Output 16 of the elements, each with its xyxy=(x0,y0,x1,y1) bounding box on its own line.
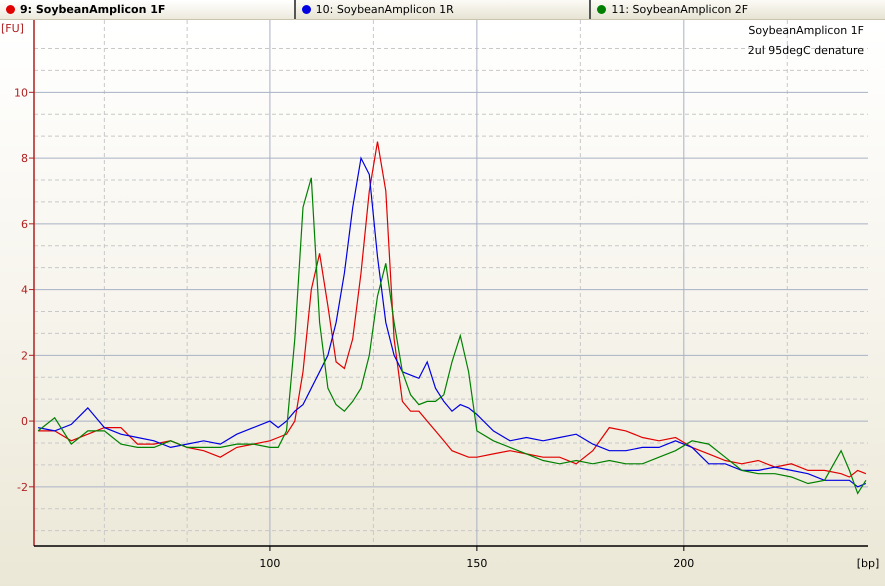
axis-label: 6 xyxy=(21,218,28,231)
sample-tab[interactable]: 11: SoybeanAmplicon 2F xyxy=(591,0,885,19)
axis-title: [bp] xyxy=(856,557,880,570)
sample-info: SoybeanAmplicon 1F xyxy=(748,24,864,37)
axis-label: 100 xyxy=(259,557,280,570)
sample-info: 2ul 95degC denature xyxy=(748,44,864,57)
axis-label: 4 xyxy=(21,284,28,297)
axis-label: 200 xyxy=(673,557,694,570)
axis-label: 10 xyxy=(14,86,28,100)
axis-label: -2 xyxy=(17,480,28,494)
axis-label: 150 xyxy=(466,557,488,570)
axis-title: [FU] xyxy=(1,22,24,35)
axis-label: 8 xyxy=(21,152,28,166)
axis-label: 0 xyxy=(21,415,28,428)
sample-tab[interactable]: 9: SoybeanAmplicon 1F xyxy=(0,0,296,19)
axis-label: 2 xyxy=(21,349,28,362)
